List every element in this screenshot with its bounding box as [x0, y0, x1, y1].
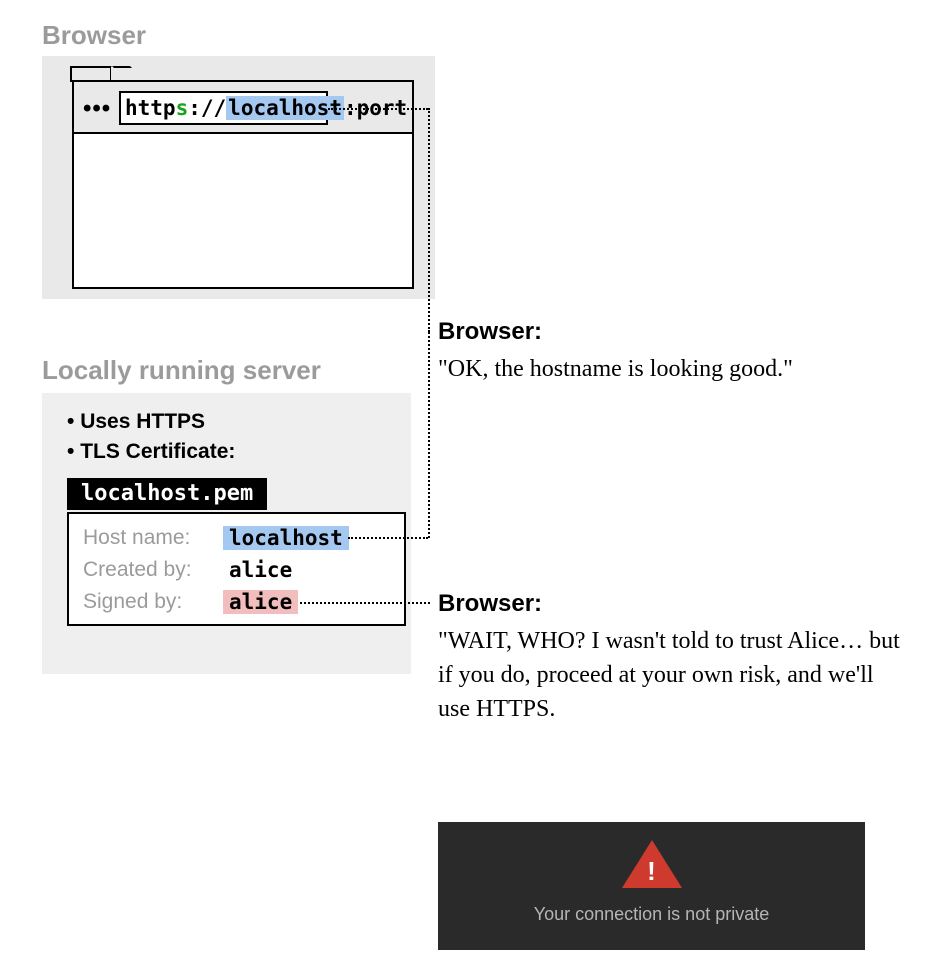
- toolbar-overflow-icon: •••: [83, 95, 111, 123]
- connector-certhost-v: [428, 332, 430, 538]
- cert-row-created: Created by: alice: [83, 554, 390, 586]
- url-http: http: [125, 96, 176, 120]
- cert-created-label: Created by:: [83, 558, 223, 582]
- commentary-hostname-ok: Browser: "OK, the hostname is looking go…: [438, 318, 908, 386]
- connector-url-to-hostname-h: [328, 108, 428, 110]
- commentary-2-speaker: Browser:: [438, 590, 908, 618]
- url-host: localhost: [226, 96, 344, 120]
- warning-triangle-icon: !: [622, 840, 682, 888]
- cert-filename: localhost.pem: [67, 478, 267, 510]
- commentary-1-speaker: Browser:: [438, 318, 908, 346]
- cert-box: Host name: localhost Created by: alice S…: [67, 512, 406, 626]
- browser-tab-slant: [112, 66, 132, 68]
- server-section-title: Locally running server: [42, 355, 372, 386]
- server-bullet-2: TLS Certificate:: [67, 437, 235, 467]
- connector-signedby-h: [300, 602, 430, 604]
- connector-url-to-hostname-v: [428, 108, 430, 332]
- server-bullets: Uses HTTPS TLS Certificate:: [67, 407, 235, 467]
- cert-signed-label: Signed by:: [83, 590, 223, 614]
- warning-bang: !: [647, 856, 657, 887]
- url-sep: ://: [188, 96, 226, 120]
- cert-host-label: Host name:: [83, 526, 223, 550]
- commentary-1-text: "OK, the hostname is looking good.": [438, 352, 908, 386]
- cert-row-host: Host name: localhost: [83, 522, 390, 554]
- address-bar[interactable]: https://localhost:port: [119, 91, 328, 125]
- diagram-stage: Browser ••• https://localhost:port Local…: [0, 0, 939, 978]
- commentary-2-text: "WAIT, WHO? I wasn't told to trust Alice…: [438, 624, 908, 726]
- connector-certhost-h: [348, 537, 428, 539]
- server-bullet-1: Uses HTTPS: [67, 407, 235, 437]
- cert-signed-value: alice: [223, 590, 298, 614]
- cert-created-value: alice: [223, 558, 298, 582]
- cert-host-value: localhost: [223, 526, 349, 550]
- url-s: s: [176, 96, 189, 120]
- browser-cert-warning: ! Your connection is not private: [438, 822, 865, 950]
- commentary-signer-warning: Browser: "WAIT, WHO? I wasn't told to tr…: [438, 590, 908, 726]
- browser-section-title: Browser: [42, 20, 146, 51]
- warning-message: Your connection is not private: [438, 904, 865, 925]
